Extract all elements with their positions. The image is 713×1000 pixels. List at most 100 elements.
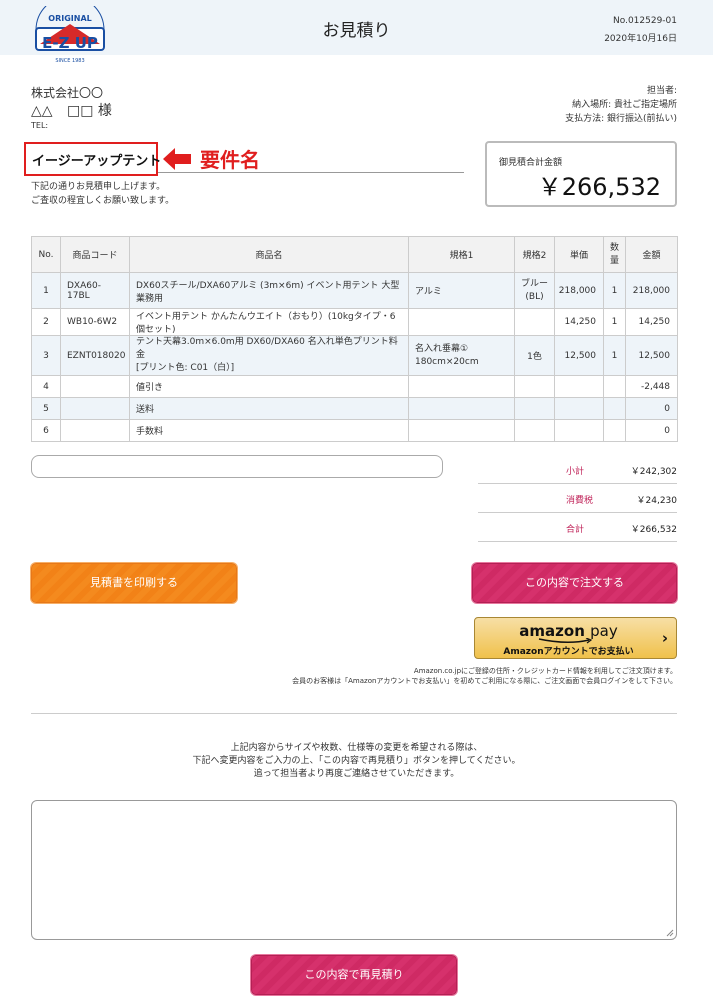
cell-spec2 bbox=[514, 308, 555, 336]
cell-code bbox=[60, 419, 130, 442]
cell-amount: -2,448 bbox=[625, 375, 678, 398]
change-request-textarea[interactable] bbox=[31, 800, 677, 940]
resize-grip-icon[interactable] bbox=[666, 929, 674, 937]
amazon-pay-subtext: Amazonアカウントでお支払い bbox=[503, 647, 634, 657]
cell-spec1-line2: 180cm×20cm bbox=[415, 356, 479, 367]
amazon-pay-button[interactable]: amazon pay Amazonアカウントでお支払い › bbox=[474, 617, 677, 659]
customer-company: 株式会社〇〇 bbox=[31, 86, 104, 100]
tax-row: 消費税 ￥24,230 bbox=[478, 484, 677, 513]
subtotal-label: 小計 bbox=[566, 467, 585, 477]
cell-spec1: 名入れ垂幕① 180cm×20cm bbox=[408, 335, 515, 376]
cell-spec2 bbox=[514, 419, 555, 442]
cell-price bbox=[554, 397, 604, 420]
column-header: 商品名 bbox=[129, 236, 409, 273]
cell-spec2-line2: (BL) bbox=[525, 291, 544, 302]
tax-value: ￥24,230 bbox=[636, 496, 678, 506]
instructions-line-3: 追って担当者より再度ご連絡させていただきます。 bbox=[253, 769, 460, 779]
cell-qty: 1 bbox=[603, 308, 626, 336]
cell-spec2 bbox=[514, 397, 555, 420]
cell-price: 218,000 bbox=[554, 272, 604, 309]
instructions-line-1: 上記内容からサイズや枚数、仕様等の変更を希望される際は、 bbox=[230, 743, 483, 753]
subtotal-value: ￥242,302 bbox=[630, 467, 677, 477]
cell-spec1 bbox=[408, 419, 515, 442]
cell-name: 手数料 bbox=[129, 419, 409, 442]
cell-amount: 12,500 bbox=[625, 335, 678, 376]
table-row: 5 送料 0 bbox=[31, 397, 678, 420]
cell-name-line2: [プリント色: C01（白）] bbox=[136, 363, 235, 373]
cell-spec1-line1: 名入れ垂幕① bbox=[415, 343, 469, 354]
cell-name-line1: テント天幕3.0m×6.0m用 DX60/DXA60 名入れ単色プリント料金 bbox=[136, 337, 398, 360]
column-header: 数量 bbox=[603, 236, 626, 273]
cell-spec2 bbox=[514, 375, 555, 398]
section-divider bbox=[31, 713, 677, 714]
cell-qty: 1 bbox=[603, 335, 626, 376]
table-row: 4 値引き -2,448 bbox=[31, 375, 678, 398]
greeting-line-1: 下記の通りお見積申し上げます。 bbox=[31, 182, 166, 192]
project-name: イージーアップテント bbox=[24, 142, 161, 176]
customer-info: 株式会社〇〇 △△ □□ 様 TEL: bbox=[31, 86, 112, 132]
column-header: 商品コード bbox=[60, 236, 130, 273]
cell-code: DXA60-17BL bbox=[60, 272, 130, 309]
cell-no: 4 bbox=[31, 375, 61, 398]
cell-spec1 bbox=[408, 308, 515, 336]
re-estimate-button[interactable]: この内容で再見積り bbox=[251, 955, 457, 995]
column-header: 単価 bbox=[554, 236, 604, 273]
cell-spec2: 1色 bbox=[514, 335, 555, 376]
cell-qty bbox=[603, 397, 626, 420]
column-header: No. bbox=[31, 236, 61, 273]
cell-no: 5 bbox=[31, 397, 61, 420]
cell-name: 値引き bbox=[129, 375, 409, 398]
column-header: 規格1 bbox=[408, 236, 515, 273]
cell-name: 送料 bbox=[129, 397, 409, 420]
order-button[interactable]: この内容で注文する bbox=[472, 563, 677, 603]
cell-code: WB10-6W2 bbox=[60, 308, 130, 336]
items-table: No. 商品コード 商品名 規格1 規格2 単価 数量 金額 1 DXA60-1… bbox=[31, 236, 678, 442]
cell-spec2: ブルー (BL) bbox=[514, 272, 555, 309]
estimate-info: No.012529-01 2020年10月16日 bbox=[604, 12, 677, 48]
memo-field[interactable] bbox=[31, 455, 443, 478]
customer-honorific: 様 bbox=[97, 103, 112, 119]
cell-qty bbox=[603, 375, 626, 398]
grand-total-row: 合計 ￥266,532 bbox=[478, 513, 677, 542]
subtotal-row: 小計 ￥242,302 bbox=[478, 455, 677, 484]
project-annotation: 要件名 bbox=[200, 148, 260, 172]
payment-method: 支払方法: 銀行振込(前払い) bbox=[565, 114, 677, 124]
total-amount-value: ￥266,532 bbox=[537, 173, 661, 201]
cell-amount: 14,250 bbox=[625, 308, 678, 336]
estimate-number: No.012529-01 bbox=[613, 16, 677, 26]
print-estimate-button[interactable]: 見積書を印刷する bbox=[31, 563, 237, 603]
column-header: 規格2 bbox=[514, 236, 555, 273]
staff-rep: 担当者: bbox=[646, 86, 677, 96]
cell-no: 6 bbox=[31, 419, 61, 442]
cell-name: DX60スチール/DXA60アルミ (3m×6m) イベント用テント 大型業務用 bbox=[129, 272, 409, 309]
instructions-line-2: 下記へ変更内容をご入力の上、「この内容で再見積り」ボタンを押してください。 bbox=[192, 756, 521, 766]
staff-info: 担当者: 納入場所: 貴社ご指定場所 支払方法: 銀行振込(前払い) bbox=[565, 84, 677, 126]
cell-price: 14,250 bbox=[554, 308, 604, 336]
customer-tel: TEL: bbox=[31, 121, 49, 130]
cell-qty bbox=[603, 419, 626, 442]
cell-amount: 218,000 bbox=[625, 272, 678, 309]
column-header: 金額 bbox=[625, 236, 678, 273]
cell-code bbox=[60, 397, 130, 420]
table-header-row: No. 商品コード 商品名 規格1 規格2 単価 数量 金額 bbox=[31, 236, 678, 273]
cell-name: イベント用テント かんたんウエイト（おもり）(10kgタイプ・6個セット) bbox=[129, 308, 409, 336]
cell-amount: 0 bbox=[625, 397, 678, 420]
table-row: 6 手数料 0 bbox=[31, 419, 678, 442]
cell-spec2-line1: ブルー bbox=[520, 278, 548, 289]
cell-name: テント天幕3.0m×6.0m用 DX60/DXA60 名入れ単色プリント料金 [プ… bbox=[129, 335, 409, 376]
chevron-right-icon: › bbox=[661, 629, 668, 647]
cell-code bbox=[60, 375, 130, 398]
delivery-place: 納入場所: 貴社ご指定場所 bbox=[572, 100, 677, 110]
cell-price bbox=[554, 419, 604, 442]
cell-spec1: アルミ bbox=[408, 272, 515, 309]
cell-no: 1 bbox=[31, 272, 61, 309]
tax-label: 消費税 bbox=[566, 496, 594, 506]
greeting-line-2: ご査収の程宜しくお願い致します。 bbox=[31, 196, 175, 206]
amazon-note: Amazon.co.jpにご登録の住所・クレジットカード情報を利用してご注文頂け… bbox=[292, 666, 677, 686]
total-amount-box: 御見積合計金額 ￥266,532 bbox=[485, 141, 677, 207]
cell-spec1 bbox=[408, 375, 515, 398]
cell-qty: 1 bbox=[603, 272, 626, 309]
cell-price bbox=[554, 375, 604, 398]
cell-spec1 bbox=[408, 397, 515, 420]
customer-name-left: △△ bbox=[31, 103, 53, 119]
